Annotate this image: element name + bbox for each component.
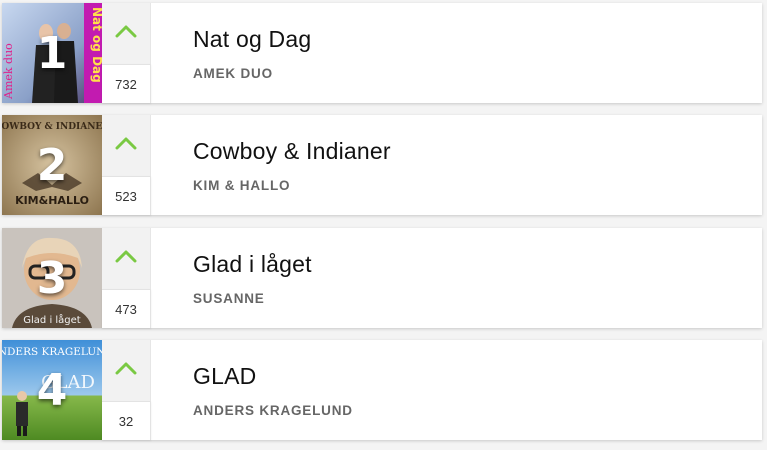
song-title[interactable]: Glad i låget — [193, 251, 312, 278]
chevron-up-icon[interactable] — [114, 23, 138, 39]
artist-name[interactable]: KIM & HALLO — [193, 178, 391, 193]
rank-number: 1 — [36, 27, 68, 79]
vote-count: 32 — [102, 401, 151, 440]
song-info: Glad i låget SUSANNE — [151, 228, 312, 328]
chevron-up-icon[interactable] — [114, 360, 138, 376]
song-title[interactable]: Nat og Dag — [193, 26, 311, 53]
song-title[interactable]: Cowboy & Indianer — [193, 138, 391, 165]
rank-number: 2 — [36, 139, 68, 191]
vote-count: 523 — [102, 176, 151, 215]
album-cover-3[interactable]: Glad i låget 3 — [2, 228, 102, 328]
song-info: Cowboy & Indianer KIM & HALLO — [151, 115, 391, 215]
chart-entry-3[interactable]: Glad i låget 3 473 Glad i låget SUSANNE — [2, 228, 762, 328]
vote-panel: 473 — [102, 228, 151, 328]
chevron-up-icon[interactable] — [114, 248, 138, 264]
song-info: GLAD ANDERS KRAGELUND — [151, 340, 353, 440]
chart-entry-2[interactable]: COWBOY & INDIANER KIM&HALLO 2 523 Cowboy… — [2, 115, 762, 215]
artist-name[interactable]: AMEK DUO — [193, 66, 311, 81]
album-cover-2[interactable]: COWBOY & INDIANER KIM&HALLO 2 — [2, 115, 102, 215]
vote-panel: 732 — [102, 3, 151, 103]
vote-panel: 32 — [102, 340, 151, 440]
chevron-up-icon[interactable] — [114, 135, 138, 151]
chart-entry-1[interactable]: Nat og Dag Amek duo 1 732 Nat og Dag AME… — [2, 3, 762, 103]
vote-count: 473 — [102, 289, 151, 328]
chart-list: Nat og Dag Amek duo 1 732 Nat og Dag AME… — [0, 0, 767, 450]
album-cover-4[interactable]: ANDERS KRAGELUND GLAD 4 — [2, 340, 102, 440]
vote-count: 732 — [102, 64, 151, 103]
rank-number: 3 — [36, 252, 68, 304]
song-title[interactable]: GLAD — [193, 363, 353, 390]
album-cover-1[interactable]: Nat og Dag Amek duo 1 — [2, 3, 102, 103]
vote-panel: 523 — [102, 115, 151, 215]
artist-name[interactable]: ANDERS KRAGELUND — [193, 403, 353, 418]
rank-number: 4 — [36, 364, 68, 416]
song-info: Nat og Dag AMEK DUO — [151, 3, 311, 103]
chart-entry-4[interactable]: ANDERS KRAGELUND GLAD 4 32 GLAD ANDERS K… — [2, 340, 762, 440]
artist-name[interactable]: SUSANNE — [193, 291, 312, 306]
